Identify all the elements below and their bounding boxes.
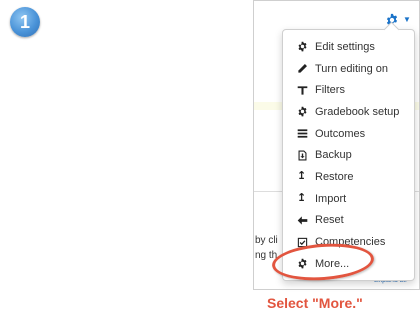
menu-item-import[interactable]: ↥ Import [283, 188, 414, 210]
menu-item-gradebook-setup[interactable]: Gradebook setup [283, 101, 414, 123]
menu-item-turn-editing-on[interactable]: Turn editing on [283, 58, 414, 80]
menu-item-label: Outcomes [315, 127, 366, 140]
upload-arrow-icon: ↥ [297, 192, 307, 205]
upload-arrow-icon: ↥ [297, 170, 307, 183]
left-arrow-icon [297, 215, 311, 226]
pencil-icon [297, 63, 311, 74]
menu-item-label: Reset [315, 214, 344, 227]
menu-item-label: Backup [315, 149, 352, 162]
download-file-icon [297, 150, 311, 161]
gear-icon [297, 41, 311, 52]
instruction-caption: Select "More." [267, 295, 363, 311]
list-icon [297, 128, 311, 139]
filter-icon [297, 85, 311, 96]
menu-item-restore[interactable]: ↥ Restore [283, 166, 414, 188]
menu-item-label: Edit settings [315, 40, 375, 53]
menu-item-filters[interactable]: Filters [283, 79, 414, 101]
chevron-down-icon: ▼ [403, 15, 411, 24]
menu-item-label: Restore [315, 170, 354, 183]
gear-icon [297, 106, 311, 117]
menu-item-edit-settings[interactable]: Edit settings [283, 36, 414, 58]
menu-item-label: Gradebook setup [315, 105, 400, 118]
menu-item-backup[interactable]: Backup [283, 144, 414, 166]
menu-item-reset[interactable]: Reset [283, 210, 414, 232]
menu-item-outcomes[interactable]: Outcomes [283, 123, 414, 145]
menu-item-label: Turn editing on [315, 62, 388, 75]
step-number-badge: 1 [10, 7, 40, 37]
menu-item-label: Import [315, 192, 347, 205]
actions-dropdown-menu: Edit settings Turn editing on Filters Gr… [282, 21, 415, 281]
background-text-line: by cli [255, 235, 278, 246]
menu-item-label: Filters [315, 84, 345, 97]
